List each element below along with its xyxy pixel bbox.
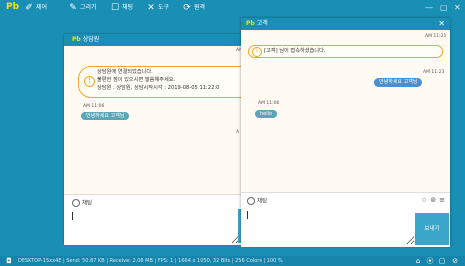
pointer-icon: ✐ xyxy=(25,3,33,13)
chat-bubble-icon xyxy=(247,197,255,205)
top-toolbar: Pb ✐ 제어 ✎ 그리기 ☐ 채팅 ✕ 도구 ⟳ 원격 — ▢ ✕ xyxy=(0,0,465,17)
timestamp: AM 11:23 xyxy=(423,70,445,75)
timestamp: AM 11:06 xyxy=(258,101,280,106)
chat-tab-text: 채팅 xyxy=(82,200,93,207)
window-title-text: 고객 xyxy=(256,20,268,27)
text-cursor xyxy=(247,211,248,219)
toolbar-remote-button[interactable]: ⟳ 원격 xyxy=(182,3,205,13)
send-button[interactable]: 보내기 xyxy=(415,213,449,245)
pc-icon: ⟳ xyxy=(183,3,191,13)
tools-icon: ✕ xyxy=(147,3,155,13)
emoticon-icon[interactable]: ☆ xyxy=(421,196,427,205)
maximize-icon[interactable]: ▢ xyxy=(440,2,448,14)
warning-icon: ! xyxy=(84,76,95,87)
toolbar-tools-button[interactable]: ✕ 도구 xyxy=(146,3,169,13)
app-logo: Pb xyxy=(6,2,20,12)
close-icon[interactable]: ✕ xyxy=(438,18,445,30)
customer-chat-window: Pb 고객 ✕ AM 11:21 ! [고객] 님이 접속하셨습니다. AM 11… xyxy=(241,18,450,247)
customer-chat-area[interactable]: AM 11:21 ! [고객] 님이 접속하셨습니다. AM 11:23 안녕하… xyxy=(241,30,450,192)
window-title: Pb 고객 xyxy=(246,19,268,29)
status-bar: ◘ DESKTOP-15xx4E | Send: 50.87 KB | Rece… xyxy=(0,256,465,266)
chat-icon: ☐ xyxy=(110,3,120,13)
window-icon[interactable]: ▢ xyxy=(437,256,447,266)
input-tools: ☆ ⊚ ≡ xyxy=(421,196,445,205)
record-icon[interactable]: ⦿ xyxy=(425,256,435,266)
agent-message-input[interactable] xyxy=(70,210,240,244)
notice-line: 상담원 : 상담원, 상담시작시각 : 2019-08-05 11:22:0 xyxy=(97,85,220,91)
toolbar-label: 채팅 xyxy=(122,4,134,11)
sent-message: 안녕하세요 고객님 xyxy=(374,78,423,87)
menu-icon[interactable]: ≡ xyxy=(439,196,445,205)
toolbar-label: 그리기 xyxy=(80,4,97,11)
toolbar-draw-button[interactable]: ✎ 그리기 xyxy=(68,3,97,13)
stop-icon[interactable]: ⊘ xyxy=(450,256,460,266)
notice-line: 불편한 점이 있으시면 말씀해주세요. xyxy=(97,77,176,83)
monitor-icon: ◘ xyxy=(6,257,12,265)
window-logo: Pb xyxy=(246,20,255,27)
timestamp: AM 11:21 xyxy=(425,34,447,39)
connection-status-text: DESKTOP-15xx4E | Send: 50.87 KB | Receiv… xyxy=(18,258,283,264)
customer-message-input[interactable] xyxy=(245,209,415,245)
agent-chat-area[interactable]: AM ! 상담원에 연결되었습니다. 불편한 점이 있으시면 말씀해주세요. 상… xyxy=(64,46,270,194)
window-logo: Pb xyxy=(72,36,81,43)
toolbar-label: 원격 xyxy=(194,4,206,11)
remote-support-app: Pb ✐ 제어 ✎ 그리기 ☐ 채팅 ✕ 도구 ⟳ 원격 — ▢ ✕ Pb 상담원 xyxy=(0,0,465,266)
chat-bubble-icon xyxy=(72,199,80,207)
settings-icon[interactable]: ⊚ xyxy=(430,196,436,205)
toolbar-chat-button[interactable]: ☐ 채팅 xyxy=(110,3,133,13)
close-icon[interactable]: ✕ xyxy=(454,2,461,14)
home-icon[interactable]: ⌂ xyxy=(413,256,423,266)
pen-icon: ✎ xyxy=(69,3,77,13)
toolbar-label: 제어 xyxy=(36,4,48,11)
system-notice: ! [고객] 님이 접속하셨습니다. xyxy=(248,45,443,58)
minimize-icon[interactable]: — xyxy=(425,2,433,14)
toolbar-label: 도구 xyxy=(158,4,170,11)
received-message: hello xyxy=(255,110,278,118)
timestamp: AM 11:06 xyxy=(83,104,105,109)
window-title-text: 상담원 xyxy=(82,36,100,43)
customer-input-panel: 채팅 ☆ ⊚ ≡ 보내기 xyxy=(241,192,450,247)
chat-tab-label[interactable]: 채팅 xyxy=(247,197,267,206)
notice-text: [고객] 님이 접속하셨습니다. xyxy=(264,48,326,54)
toolbar-control-button[interactable]: ✐ 제어 xyxy=(24,3,47,13)
text-cursor xyxy=(72,212,73,220)
chat-tab-text: 채팅 xyxy=(257,198,268,205)
window-title: Pb 상담원 xyxy=(72,35,99,45)
agent-input-panel: 채팅 xyxy=(64,194,260,245)
notice-line: 상담원에 연결되었습니다. xyxy=(97,69,153,75)
warning-icon: ! xyxy=(252,47,262,57)
chat-tab-label[interactable]: 채팅 xyxy=(72,199,92,208)
agent-chat-window: Pb 상담원 AM ! 상담원에 연결되었습니다. 불편한 점이 있으시면 말씀해… xyxy=(64,34,270,245)
timestamp: A xyxy=(236,130,240,135)
customer-window-titlebar[interactable]: Pb 고객 ✕ xyxy=(241,18,450,30)
agent-window-titlebar[interactable]: Pb 상담원 xyxy=(64,34,260,46)
received-message: 안녕하세요 고객님 xyxy=(81,112,130,120)
